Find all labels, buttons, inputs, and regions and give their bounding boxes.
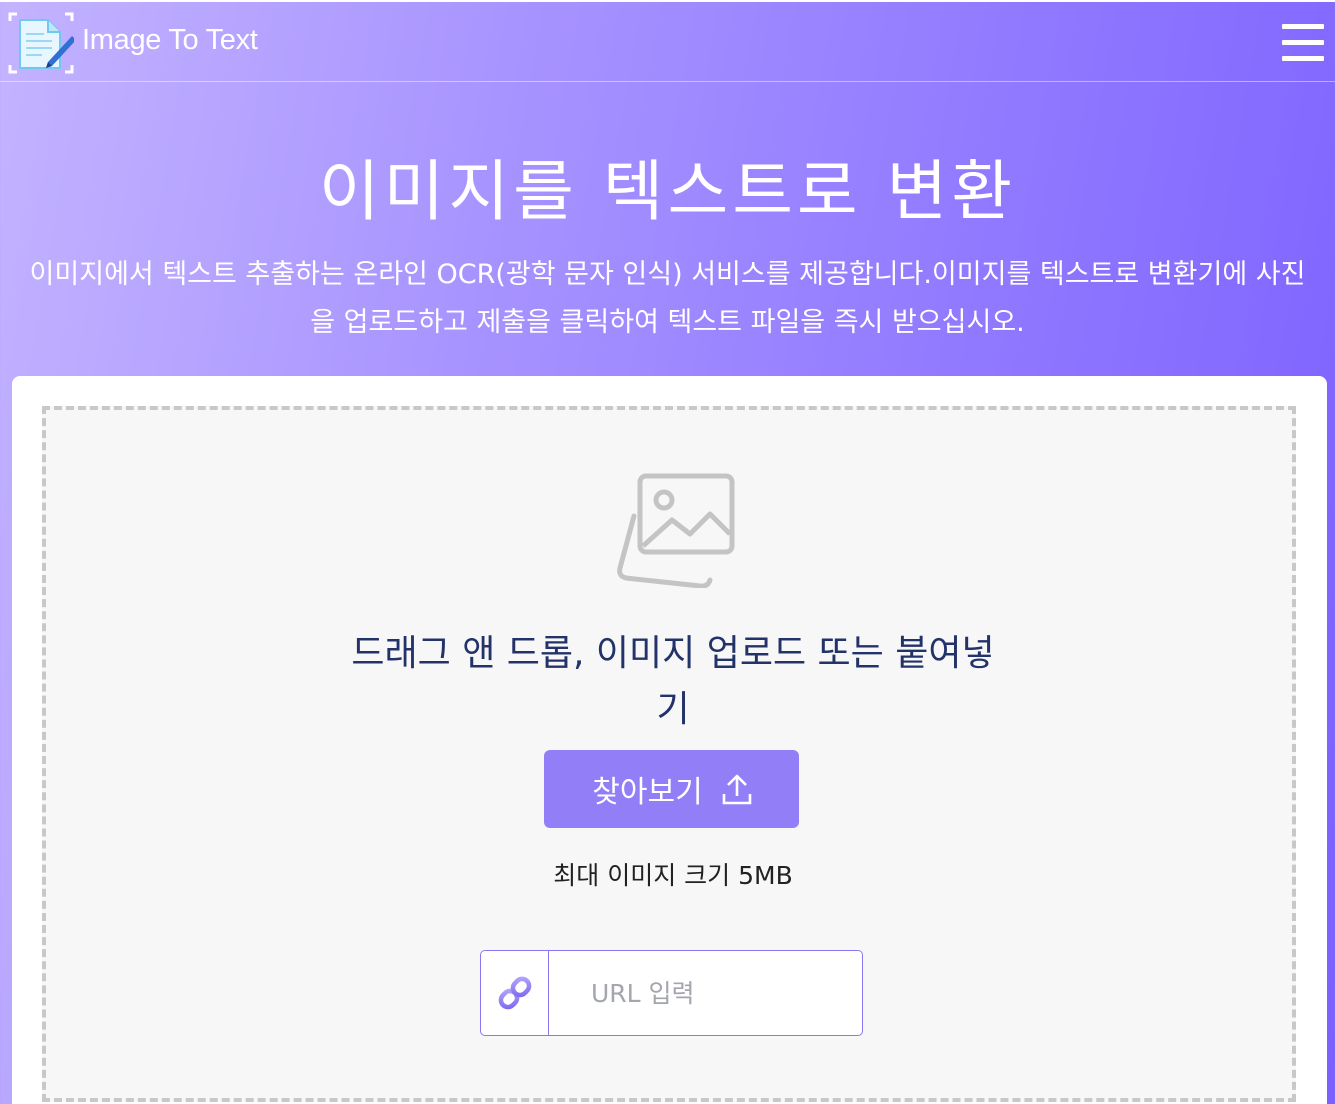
page-description: 이미지에서 텍스트 추출하는 온라인 OCR(광학 문자 인식) 서비스를 제공… [29, 259, 1306, 338]
drop-instructions: 드래그 앤 드롭, 이미지 업로드 또는 붙여넣기 [351, 633, 995, 730]
link-icon [481, 951, 549, 1035]
document-pen-logo-icon[interactable] [8, 12, 76, 74]
upload-card: 드래그 앤 드롭, 이미지 업로드 또는 붙여넣기 찾아보기 최대 이미지 크기… [12, 376, 1327, 1104]
page-title: 이미지를 텍스트로 변환 [318, 153, 1017, 230]
hamburger-menu-icon[interactable] [1282, 22, 1326, 64]
image-placeholder-icon [610, 470, 740, 589]
top-navbar: Image To Text [0, 0, 1335, 82]
url-input-group [480, 950, 863, 1036]
drop-zone[interactable]: 드래그 앤 드롭, 이미지 업로드 또는 붙여넣기 찾아보기 최대 이미지 크기… [42, 406, 1296, 1102]
browse-button[interactable]: 찾아보기 [544, 750, 799, 828]
max-size-note: 최대 이미지 크기 5MB [553, 861, 793, 890]
url-input[interactable] [549, 951, 862, 1035]
brand-name[interactable]: Image To Text [82, 24, 258, 57]
browse-button-label: 찾아보기 [592, 775, 703, 810]
upload-arrow-icon [721, 772, 753, 806]
